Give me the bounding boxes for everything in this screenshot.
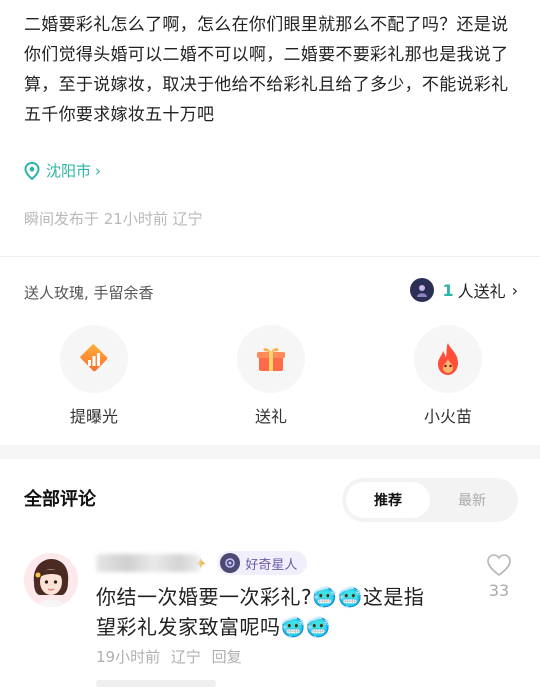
comment-author[interactable]: ✦ 好奇星人 [96,551,308,575]
location-label: 沈阳市 [46,162,92,180]
reply-button[interactable]: 回复 [212,648,242,666]
location-pin-icon [24,161,40,180]
comment-time: 19小时前 [96,648,161,666]
comment-meta: 19小时前 辽宁 回复 [96,646,248,667]
gifter-avatar [410,278,435,302]
sort-latest-tab[interactable]: 最新 [430,482,514,518]
avatar[interactable] [24,553,78,607]
like-count: 33 [488,581,510,600]
comments-title: 全部评论 [24,489,96,510]
comment-text: 你结一次婚要一次彩礼?🥶🥶这是指望彩礼发家致富呢吗🥶🥶 [96,585,425,639]
badge-label: 好奇星人 [245,557,298,573]
location-link[interactable]: 沈阳市 › [24,160,101,181]
comment-region: 辽宁 [170,648,201,666]
boost-icon [60,325,128,393]
sort-recommended-tab[interactable]: 推荐 [346,482,430,518]
like-button[interactable]: 33 [486,553,512,600]
author-name-blurred [96,554,200,572]
boost-button[interactable]: 提曝光 [54,325,134,427]
flame-icon [414,325,482,393]
badge-icon [220,553,241,573]
send-gift-label: 送礼 [254,407,287,426]
flame-label: 小火苗 [423,407,472,426]
post-meta: 瞬间发布于 21小时前 辽宁 [24,210,203,228]
user-badge: 好奇星人 [217,551,308,575]
gift-hint: 送人玫瑰, 手留余香 [24,284,154,302]
boost-label: 提曝光 [69,407,118,426]
heart-icon [487,554,511,577]
gift-icon [237,325,305,393]
gift-count-number: 1 [442,280,454,300]
comment-sort-toggle[interactable]: 推荐 最新 [342,478,518,522]
post-text: 二婚要彩礼怎么了啊，怎么在你们眼里就那么不配了吗？还是说你们觉得头婚可以二婚不可… [24,15,509,125]
send-gift-button[interactable]: 送礼 [231,325,311,427]
section-separator [0,445,540,459]
divider [0,256,540,257]
gift-count-label: 人送礼 [457,282,506,301]
next-comment-peek [96,680,216,687]
flame-button[interactable]: 小火苗 [408,325,488,427]
gift-count-link[interactable]: 1 人送礼 › [410,278,518,302]
chevron-right-icon: › [95,161,102,180]
chevron-right-icon: › [511,280,518,300]
